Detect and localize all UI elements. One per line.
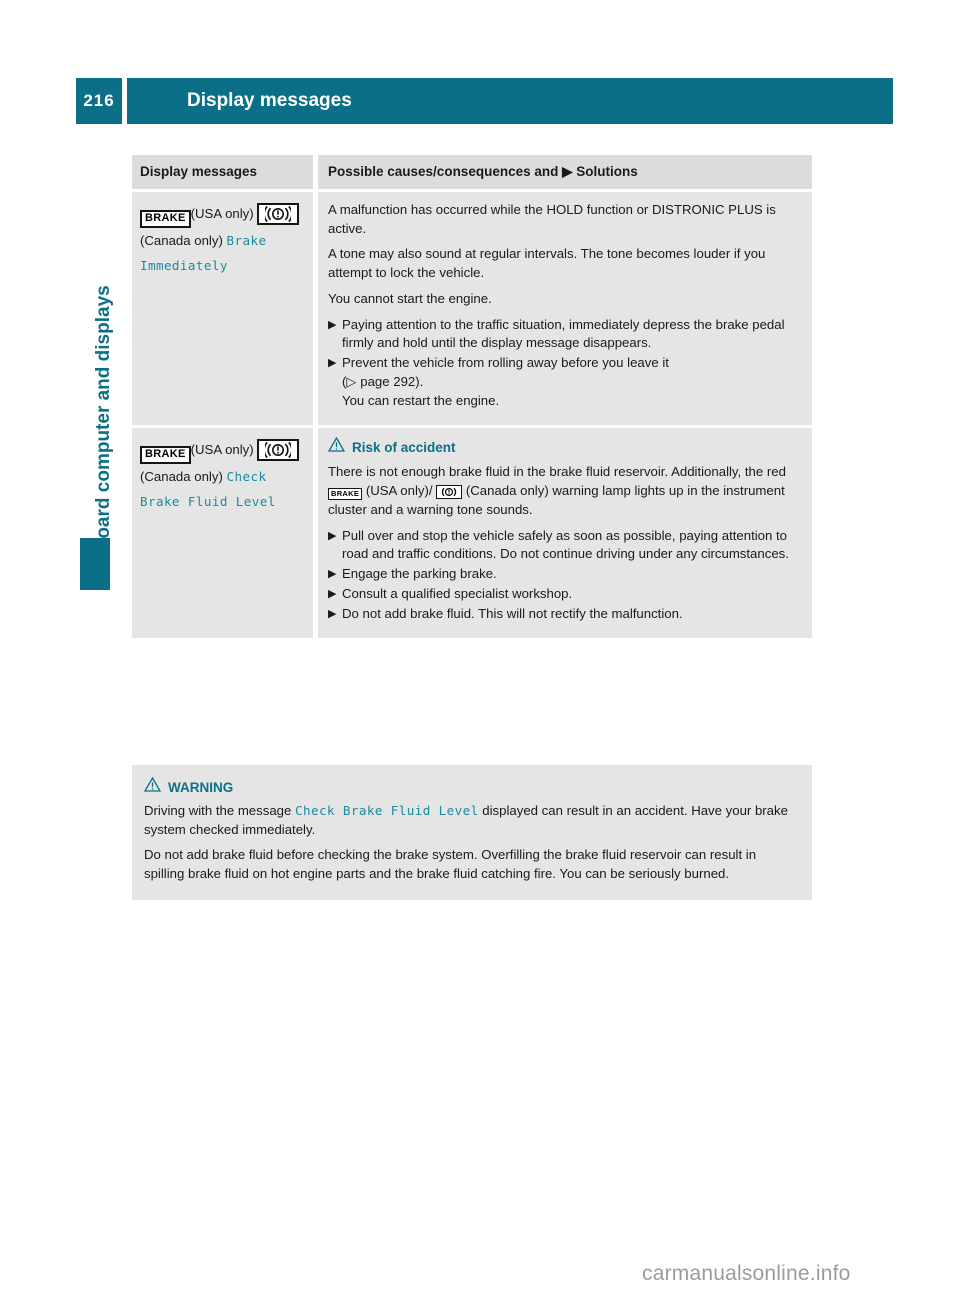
- row1-para-2: A tone may also sound at regular interva…: [328, 246, 766, 281]
- row2-bullet-2-text: Engage the parking brake.: [342, 566, 497, 582]
- row2-bullet-1: ▶ Pull over and stop the vehicle safely …: [328, 527, 802, 564]
- warning-para-2: Do not add brake fluid before checking t…: [144, 847, 757, 882]
- warning-message-code: Check Brake Fluid Level: [295, 803, 479, 818]
- row2-usa-note: (USA: [190, 442, 222, 458]
- row2-bullet-1-text: Pull over and stop the vehicle safely as…: [342, 527, 789, 562]
- row1-usa-note: (USA: [190, 206, 222, 221]
- row1-body: A malfunction has occurred while the HOL…: [328, 201, 802, 410]
- column-header-solutions: Solutions: [576, 164, 638, 179]
- bullet-triangle-icon: ▶: [328, 529, 337, 542]
- warning-heading: WARNING: [143, 776, 800, 797]
- display-messages-table: Display messages Possible causes/consequ…: [132, 155, 812, 639]
- row2-body-2: (USA only)/: [365, 483, 433, 499]
- page-number: 216: [76, 78, 122, 124]
- row1-canada-note-post: only): [194, 232, 223, 248]
- risk-of-accident-title: Risk of accident: [352, 439, 456, 455]
- bullet-triangle-icon: ▶: [328, 357, 337, 370]
- row2-canada-note: (Canada: [140, 468, 191, 484]
- brake-exclamation-icon: [257, 203, 300, 225]
- row2-bullet-3-text: Consult a qualified specialist workshop.: [342, 585, 573, 601]
- row2-left-text: BRAKE (USA only) (Canada only) Check Bra…: [140, 437, 301, 514]
- table-header-cell-left: Display messages: [132, 155, 313, 189]
- row2-body: There is not enough brake fluid in the b…: [328, 463, 802, 623]
- bullet-triangle-icon: ▶: [328, 607, 337, 620]
- warning-triangle-icon: [327, 437, 346, 457]
- row2-para-1: There is not enough brake fluid in the b…: [328, 463, 802, 519]
- warning-para-1-pre: Driving with the message: [144, 803, 292, 818]
- table-header-row: Display messages Possible causes/consequ…: [132, 155, 812, 189]
- row1-canada-note-pre: only): [225, 206, 254, 221]
- row1-left-text: BRAKE (USA only) (Canada only) Brake Imm…: [140, 201, 301, 278]
- brake-exclamation-icon-inline: [436, 485, 463, 500]
- warning-para-1: Driving with the message Check Brake Flu…: [144, 802, 800, 839]
- table-row: BRAKE (USA only) (Canada only: [132, 192, 812, 426]
- row2-canada-note-post: only): [194, 468, 223, 484]
- table-row: BRAKE (USA only) (Canada only: [132, 428, 812, 639]
- brake-exclamation-icon: [257, 439, 300, 462]
- page-title: Display messages: [127, 78, 893, 124]
- row2-bullet-3: ▶ Consult a qualified specialist worksho…: [328, 585, 802, 604]
- row1-bullet-1: ▶ Paying attention to the traffic situat…: [328, 316, 802, 353]
- row1-causes-cell: A malfunction has occurred while the HOL…: [318, 192, 812, 425]
- row1-bullet-2-main: Prevent the vehicle from rolling away be…: [342, 355, 669, 371]
- row2-bullet-2: ▶ Engage the parking brake.: [328, 565, 802, 584]
- row2-message-cell: BRAKE (USA only) (Canada only) Check Bra…: [132, 428, 313, 638]
- table-header-cell-right: Possible causes/consequences and ▶ Solut…: [318, 155, 812, 189]
- row1-message-cell: BRAKE (USA only) (Canada only) Brake Imm…: [132, 192, 313, 425]
- site-watermark: carmanualsonline.info: [642, 1262, 851, 1285]
- risk-of-accident-heading: Risk of accident: [327, 437, 802, 457]
- row1-canada-note: (Canada: [140, 232, 191, 248]
- bullet-triangle-icon: ▶: [328, 318, 337, 331]
- page-header: 216 Display messages: [76, 78, 893, 124]
- column-header-causes: Possible causes/consequences and: [328, 164, 559, 179]
- brake-warning-icon: BRAKE: [140, 210, 191, 228]
- row2-canada-note-pre: only): [225, 442, 254, 458]
- brake-warning-icon: BRAKE: [140, 446, 191, 464]
- row1-bullet-2: ▶ Prevent the vehicle from rolling away …: [328, 354, 802, 410]
- row1-bullet-2-text: Prevent the vehicle from rolling away be…: [342, 355, 669, 408]
- row1-para-3: You cannot start the engine.: [328, 290, 492, 306]
- brake-warning-icon-inline: BRAKE: [328, 488, 363, 500]
- warning-triangle-icon: [143, 776, 162, 797]
- chapter-side-label: On-board computer and displays: [93, 285, 114, 583]
- bullet-triangle-icon: ▶: [328, 568, 337, 581]
- row1-bullet-1-text: Paying attention to the traffic situatio…: [342, 316, 785, 351]
- page-ref-triangle-icon: ▷: [346, 373, 357, 389]
- row1-page-reference: page 292: [360, 373, 416, 389]
- chapter-marker-square: [80, 538, 110, 590]
- row2-bullet-4: ▶ Do not add brake fluid. This will not …: [328, 605, 802, 624]
- row1-bullet-2-tail: You can restart the engine.: [342, 392, 500, 408]
- warning-callout-box: WARNING Driving with the message Check B…: [132, 765, 812, 900]
- row2-body-1: There is not enough brake fluid in the b…: [328, 464, 786, 480]
- solutions-triangle-icon: ▶: [558, 164, 577, 179]
- bullet-triangle-icon: ▶: [328, 587, 337, 600]
- row1-para-1: A malfunction has occurred while the HOL…: [328, 202, 776, 236]
- row2-causes-cell: Risk of accident There is not enough bra…: [318, 428, 812, 638]
- warning-title: WARNING: [168, 779, 234, 795]
- manual-page: 216 Display messages On-board computer a…: [0, 0, 960, 1302]
- column-header-display-messages: Display messages: [140, 164, 258, 179]
- row2-bullet-4-text: Do not add brake fluid. This will not re…: [342, 605, 683, 621]
- warning-body: Driving with the message Check Brake Flu…: [144, 802, 800, 884]
